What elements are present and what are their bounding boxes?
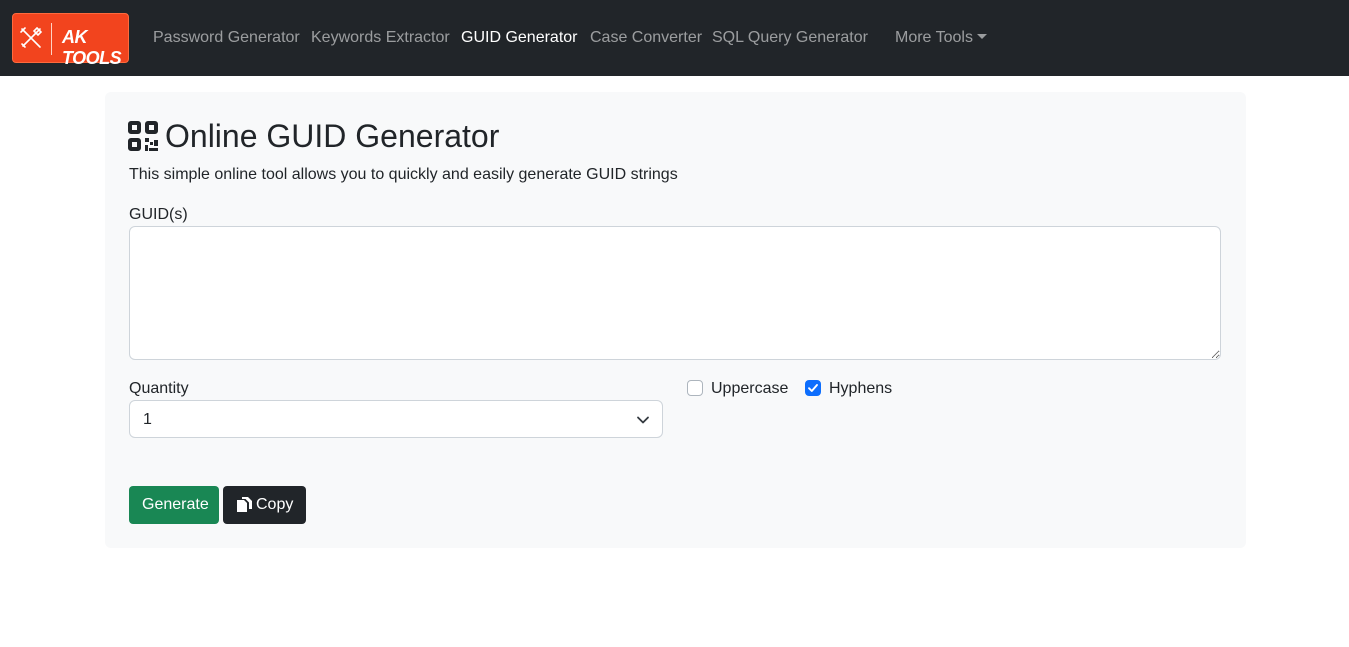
caret-down-icon — [976, 34, 987, 39]
uppercase-checkbox[interactable] — [687, 380, 703, 396]
copy-button[interactable]: Copy — [223, 486, 306, 524]
nav-link-guid-generator[interactable]: GUID Generator — [461, 29, 577, 47]
guid-generator-card: Online GUID Generator This simple online… — [105, 92, 1246, 548]
chevron-down-icon — [637, 416, 649, 424]
nav-link-keywords-extractor[interactable]: Keywords Extractor — [311, 29, 450, 47]
uppercase-label[interactable]: Uppercase — [711, 380, 788, 398]
copy-icon — [237, 497, 252, 512]
page-description: This simple online tool allows you to qu… — [129, 166, 678, 183]
page-title: Online GUID Generator — [165, 118, 500, 154]
guid-output-textarea[interactable] — [129, 226, 1221, 360]
brand-separator — [51, 23, 52, 55]
nav-link-sql-query-generator[interactable]: SQL Query Generator — [712, 29, 868, 47]
nav-link-case-converter[interactable]: Case Converter — [590, 29, 702, 47]
checkmark-icon — [808, 384, 818, 392]
brand-logo[interactable]: AK TOOLS — [12, 13, 129, 68]
quantity-select[interactable]: 1 — [129, 400, 663, 438]
top-navbar: AK TOOLS Password Generator Keywords Ext… — [0, 0, 1349, 76]
quantity-label: Quantity — [129, 380, 189, 397]
more-tools-dropdown[interactable]: More Tools — [895, 29, 987, 47]
brand-text: AK TOOLS — [62, 27, 122, 68]
generate-button[interactable]: Generate — [129, 486, 219, 524]
tools-icon — [20, 26, 43, 48]
more-tools-label: More Tools — [895, 29, 973, 46]
hyphens-checkbox[interactable] — [805, 380, 821, 396]
guid-output-label: GUID(s) — [129, 206, 188, 223]
copy-button-label: Copy — [256, 496, 294, 513]
generate-button-label: Generate — [142, 496, 209, 513]
nav-link-password-generator[interactable]: Password Generator — [153, 29, 300, 47]
quantity-selected-value: 1 — [143, 411, 152, 428]
qr-code-icon — [128, 121, 158, 151]
hyphens-label[interactable]: Hyphens — [829, 380, 892, 398]
